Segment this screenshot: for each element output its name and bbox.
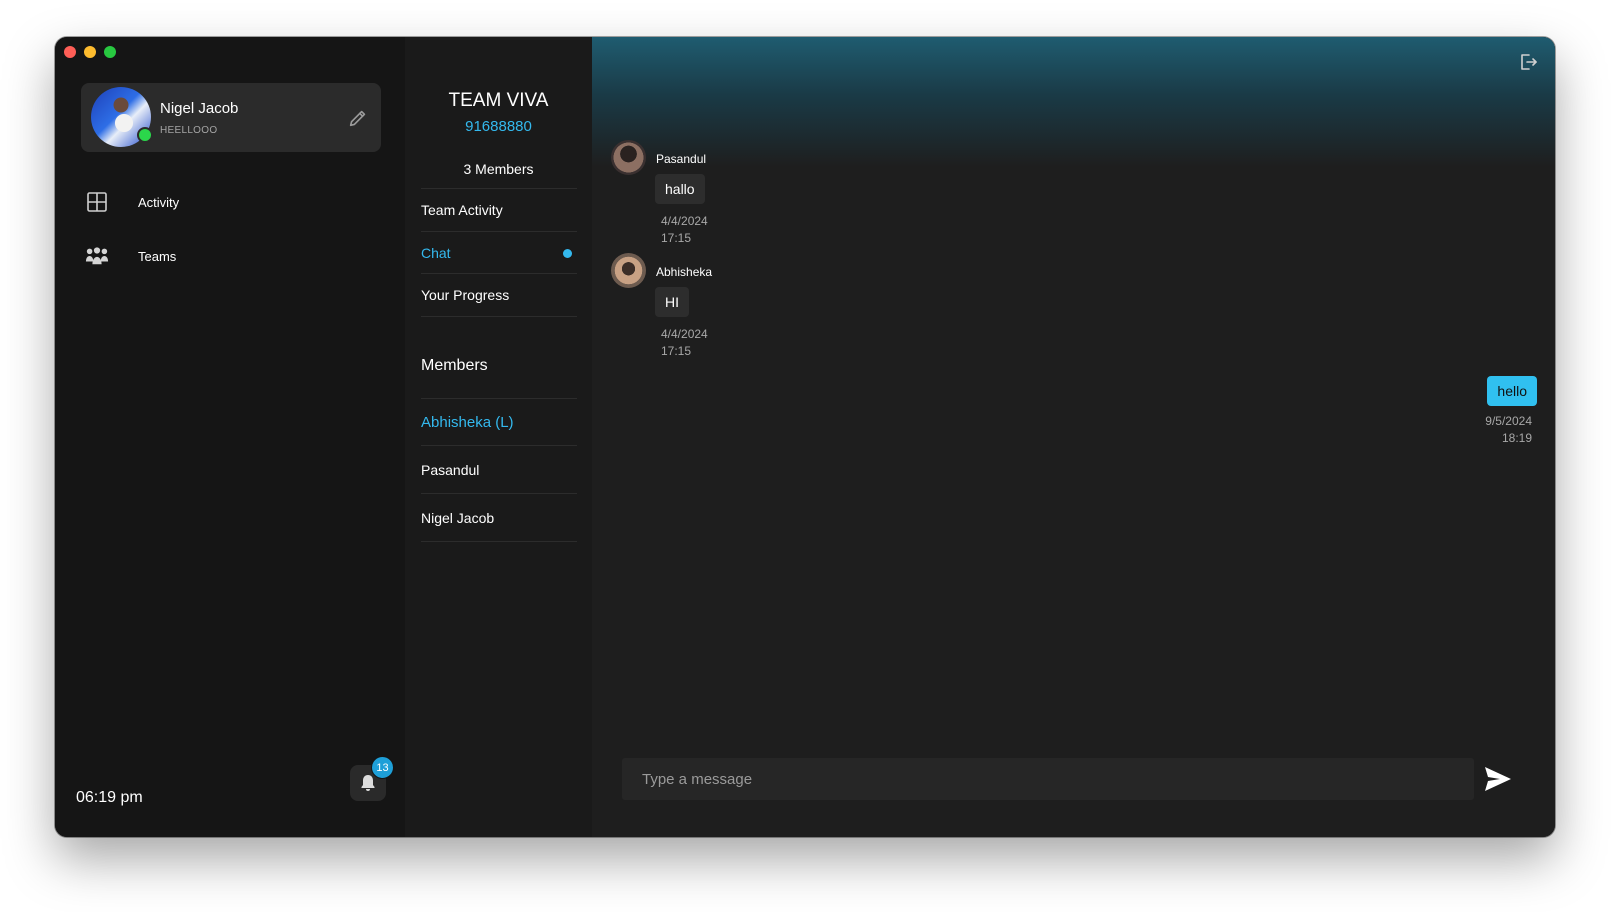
tab-label: Chat <box>421 245 451 261</box>
member-name: Pasandul <box>421 461 480 478</box>
team-member-count: 3 Members <box>463 161 534 177</box>
member-item-abhisheka[interactable]: Abhisheka (L) <box>421 398 577 446</box>
window-controls <box>64 46 116 58</box>
online-indicator <box>137 127 153 143</box>
tab-your-progress[interactable]: Your Progress <box>421 273 577 316</box>
message-time: 18:19 <box>1501 431 1532 445</box>
team-name: TEAM VIVA <box>448 90 549 111</box>
avatar[interactable] <box>611 140 646 175</box>
message-bubble: hallo <box>655 174 705 204</box>
team-code[interactable]: 91688880 <box>405 118 592 135</box>
member-name: Abhisheka (L) <box>421 414 514 431</box>
message-date: 9/5/2024 <box>1485 414 1532 428</box>
sidebar: Nigel Jacob HEELLOOO Activity Teams 06:1… <box>55 37 405 837</box>
send-button[interactable] <box>1484 766 1512 792</box>
profile-card[interactable]: Nigel Jacob HEELLOOO <box>81 83 381 152</box>
message-date: 4/4/2024 <box>661 327 708 341</box>
tab-chat[interactable]: Chat <box>421 231 577 274</box>
own-message-timestamp: 9/5/2024 18:19 <box>1485 413 1532 447</box>
close-window-button[interactable] <box>64 46 76 58</box>
members-heading: Members <box>421 357 488 374</box>
tab-label: Team Activity <box>421 202 503 218</box>
send-icon <box>1485 767 1511 791</box>
edit-profile-button[interactable] <box>347 107 369 129</box>
sidebar-item-activity[interactable]: Activity <box>85 190 179 214</box>
message-sender: Abhisheka <box>656 265 713 279</box>
profile-status: HEELLOOO <box>160 125 218 136</box>
bell-icon <box>361 775 375 791</box>
logout-icon <box>1521 54 1537 70</box>
team-panel: TEAM VIVA 91688880 3 Members Team Activi… <box>405 37 592 837</box>
sidebar-item-label: Teams <box>138 248 177 264</box>
grid-icon <box>85 190 109 214</box>
chat-area: Pasandul hallo 4/4/2024 17:15 Abhisheka … <box>592 37 1555 837</box>
clock: 06:19 pm <box>76 789 143 806</box>
message-time: 17:15 <box>661 231 692 245</box>
logout-button[interactable] <box>1518 52 1538 72</box>
profile-avatar <box>91 87 153 147</box>
active-indicator <box>563 248 572 258</box>
message-bubble: HI <box>655 287 689 317</box>
member-item-pasandul[interactable]: Pasandul <box>421 445 577 493</box>
divider <box>421 541 577 542</box>
message-time: 17:15 <box>661 344 692 358</box>
member-item-nigel-jacob[interactable]: Nigel Jacob <box>421 493 577 541</box>
pencil-icon <box>349 110 366 127</box>
app-window: Nigel Jacob HEELLOOO Activity Teams 06:1… <box>55 37 1555 837</box>
message-timestamp: 4/4/2024 17:15 <box>661 213 708 247</box>
notification-count-badge: 13 <box>371 756 394 779</box>
divider <box>421 316 577 317</box>
member-name: Nigel Jacob <box>421 509 495 526</box>
profile-name: Nigel Jacob <box>160 100 239 117</box>
group-icon <box>85 244 109 268</box>
avatar[interactable] <box>611 253 646 288</box>
message-timestamp: 4/4/2024 17:15 <box>661 326 708 360</box>
sidebar-item-teams[interactable]: Teams <box>85 244 176 268</box>
tab-team-activity[interactable]: Team Activity <box>421 188 577 231</box>
minimize-window-button[interactable] <box>84 46 96 58</box>
chat-header <box>592 37 1555 167</box>
message-sender: Pasandul <box>656 152 707 166</box>
own-message-bubble: hello <box>1487 376 1537 406</box>
sidebar-item-label: Activity <box>138 194 180 210</box>
message-date: 4/4/2024 <box>661 214 708 228</box>
maximize-window-button[interactable] <box>104 46 116 58</box>
tab-label: Your Progress <box>421 287 510 303</box>
message-input[interactable] <box>622 758 1474 800</box>
